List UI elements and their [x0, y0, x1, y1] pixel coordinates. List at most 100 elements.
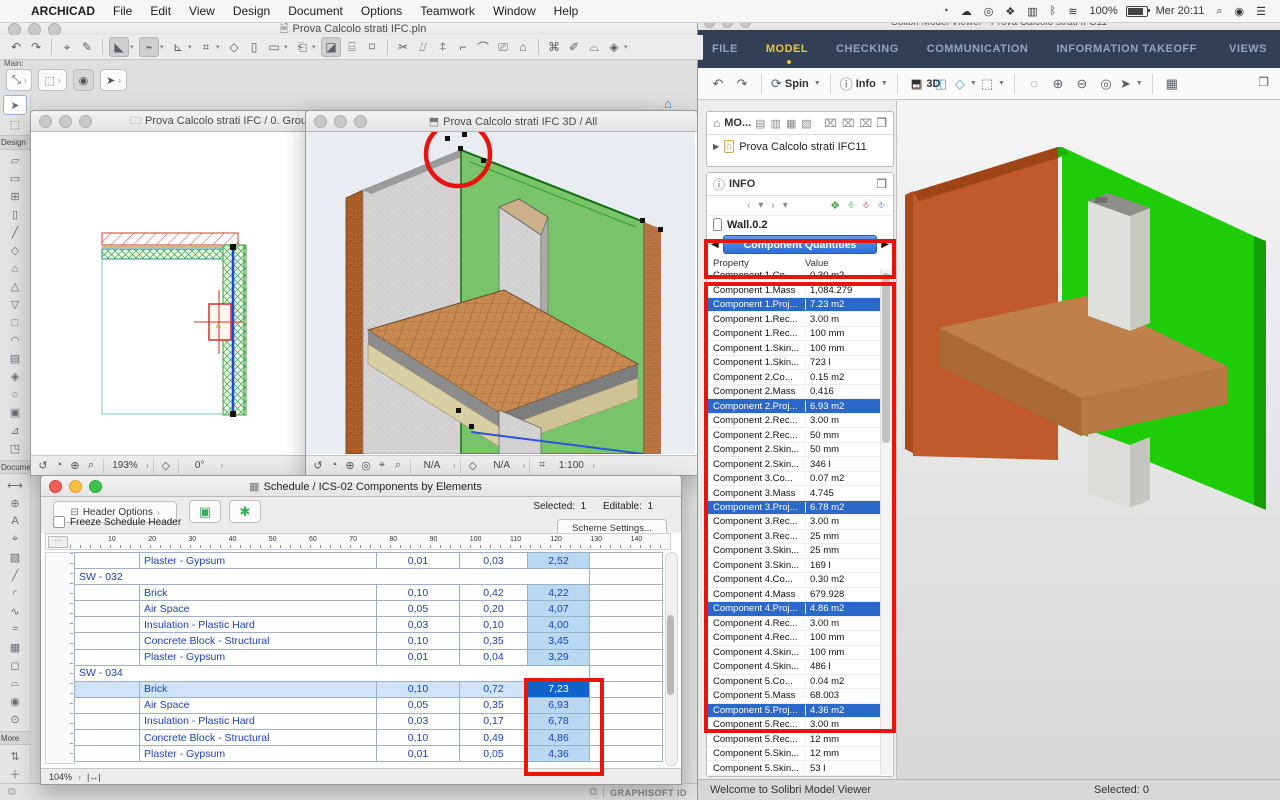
wifi-icon[interactable]: ≋	[1062, 5, 1083, 18]
property-row[interactable]: Component 3.Rec...25 mm	[707, 530, 880, 544]
area-cell[interactable]: 4,07	[528, 601, 590, 617]
view-nav-icon[interactable]: ⊕	[342, 459, 358, 472]
info-panel-header[interactable]: ⓘ INFO ❐	[707, 173, 893, 196]
schedule-item-row[interactable]: Insulation - Plastic Hard0,030,104,00	[74, 617, 663, 633]
property-row[interactable]: Component 1.Mass1,084.279	[707, 283, 880, 297]
schedule-window[interactable]: ▦Schedule / ICS-02 Components by Element…	[40, 475, 682, 785]
highlight-toggle-icon[interactable]: ❖	[830, 199, 840, 212]
screen-mirror-icon[interactable]: ◎	[978, 5, 1000, 18]
boolean-icon[interactable]: ⌘	[545, 38, 563, 56]
view-nav-icon[interactable]: ⌖	[374, 459, 390, 472]
app-colors-icon[interactable]: ❖	[999, 5, 1021, 18]
property-row[interactable]: Component 2.Mass0.416	[707, 385, 880, 399]
menu-file[interactable]: File	[104, 4, 141, 18]
morph-icon[interactable]: ◪	[321, 37, 341, 57]
dropdown-caret-icon[interactable]: ▾	[188, 43, 196, 51]
quantity-cell[interactable]: 0,03	[460, 553, 528, 569]
solibri-3d-viewport[interactable]	[896, 101, 1280, 779]
thickness-cell[interactable]: 0,03	[377, 617, 460, 633]
zoom-in-icon[interactable]: ⊕	[1046, 74, 1070, 94]
orient-icon[interactable]: ◇	[465, 459, 481, 472]
quantity-cell[interactable]: 0,20	[460, 601, 528, 617]
view3d-window[interactable]: ⬒Prova Calcolo strati IFC 3D / All	[305, 110, 698, 476]
scissors-icon[interactable]: ✂	[394, 38, 412, 56]
tool-icon-design-15[interactable]: ⊿	[4, 422, 26, 440]
view-nav-icon[interactable]: ⌕	[390, 459, 406, 472]
area-cell[interactable]: 6,93	[528, 698, 590, 714]
menu-help[interactable]: Help	[545, 4, 588, 18]
property-row[interactable]: Component 4.Skin...486 l	[707, 660, 880, 674]
quantity-cell[interactable]: 0,10	[460, 617, 528, 633]
quantity-cell[interactable]: 0,42	[460, 585, 528, 601]
schedule-item-row[interactable]: Plaster - Gypsum0,010,043,29	[74, 650, 663, 666]
tool-icon-docume-9[interactable]: ▦	[4, 639, 26, 657]
column-side[interactable]	[1130, 208, 1150, 331]
menu-teamwork[interactable]: Teamwork	[411, 4, 484, 18]
property-row[interactable]: Component 2.Co...0.15 m2	[707, 370, 880, 384]
column-face[interactable]	[1088, 201, 1130, 331]
property-row[interactable]: Component 5.Skin...53 l	[707, 761, 880, 775]
solibri-menu-file[interactable]: FILE	[698, 43, 752, 55]
tool-icon-docume-4[interactable]: ▨	[4, 548, 26, 566]
tool-icon-docume-1[interactable]: ⊕	[4, 494, 26, 512]
tree-view-icon-1[interactable]: ▥	[771, 117, 781, 130]
3d-panel-icon[interactable]: ❐	[1258, 75, 1269, 89]
quantity-cell[interactable]: 0,04	[460, 650, 528, 666]
view3d-titlebar[interactable]: ⬒Prova Calcolo strati IFC 3D / All	[306, 111, 697, 132]
tool-icon-docume-6[interactable]: ◜	[4, 584, 26, 602]
tool-icon-docume-7[interactable]: ∿	[4, 602, 26, 620]
freeze-checkbox[interactable]	[53, 516, 65, 528]
fit-icon[interactable]: ⌑	[363, 38, 381, 56]
material-name-cell[interactable]: Brick	[140, 585, 377, 601]
basket-icon-1[interactable]: ⌧	[842, 117, 855, 130]
material-name-cell[interactable]: Brick	[140, 682, 377, 698]
select-elements-button[interactable]: ✱	[229, 500, 261, 523]
menu-design[interactable]: Design	[224, 4, 279, 18]
split-icon[interactable]: ⍏	[434, 38, 452, 56]
group-name-cell[interactable]: SW - 034	[74, 666, 590, 682]
model-tree-item[interactable]: Prova Calcolo strati IFC11	[739, 141, 867, 153]
tool-icon-docume-13[interactable]: ⊙	[4, 711, 26, 729]
plan-zoom-level[interactable]: 193%	[108, 460, 142, 471]
tree-view-icon-2[interactable]: ▦	[786, 117, 796, 130]
property-row[interactable]: Component 5.Rec...3.00 m	[707, 718, 880, 732]
menu-options[interactable]: Options	[352, 4, 411, 18]
fit-width-icon[interactable]: |↔|	[87, 772, 101, 782]
view3d-na1[interactable]: N/A	[415, 460, 449, 471]
tool-icon-design-13[interactable]: ○	[4, 386, 26, 404]
tree-view-icon-0[interactable]: ▤	[755, 117, 765, 130]
grid-icon[interactable]: ⌗	[197, 38, 215, 56]
archicad-traffic-lights[interactable]	[8, 23, 61, 36]
property-row[interactable]: Component 1.Rec...3.00 m	[707, 312, 880, 326]
cube-outline-icon[interactable]: ◇▼	[953, 74, 979, 94]
tool-icon-design-4[interactable]: ╱	[4, 224, 26, 242]
object-icon[interactable]: ▭	[265, 38, 283, 56]
spin-button[interactable]: ⟳Spin▼	[769, 74, 823, 94]
view-nav-icon[interactable]: ◎	[358, 459, 374, 472]
thickness-cell[interactable]: 0,03	[377, 714, 460, 730]
tool-icon-docume-3[interactable]: ⌖	[4, 530, 26, 548]
property-row[interactable]: Component 1.Proj...7.23 m2	[707, 298, 880, 312]
quantity-cell[interactable]: 0,17	[460, 714, 528, 730]
wall-tool-icon[interactable]: ⊾	[169, 38, 187, 56]
property-row[interactable]: Component 2.Proj...6.93 m2	[707, 399, 880, 413]
property-scrollbar[interactable]	[880, 269, 892, 774]
tool-icon-design-10[interactable]: ◠	[4, 332, 26, 350]
solibri-window[interactable]: Solibri Model Viewer - Prova Calcolo str…	[697, 15, 1280, 800]
schedule-group-row[interactable]: SW - 034	[74, 666, 663, 682]
panel-maximize-icon[interactable]: ❐	[876, 177, 887, 191]
tool-icon-docume-5[interactable]: ╱	[4, 566, 26, 584]
view-nav-icon[interactable]: ◔	[326, 459, 342, 472]
material-name-cell[interactable]: Concrete Block - Structural	[140, 730, 377, 746]
property-row[interactable]: Component 3.Co...0.07 m2	[707, 472, 880, 486]
thickness-cell[interactable]: 0,01	[377, 650, 460, 666]
clipboard-add-icon[interactable]: ⎀	[847, 200, 855, 211]
orbit-button[interactable]: ◉	[73, 69, 95, 91]
menu-window[interactable]: Window	[484, 4, 545, 18]
tool-icon-design-14[interactable]: ▣	[4, 404, 26, 422]
material-name-cell[interactable]: Plaster - Gypsum	[140, 746, 377, 762]
thickness-cell[interactable]: 0,10	[377, 633, 460, 649]
floorplan-traffic-lights[interactable]	[39, 115, 92, 128]
save-view-icon[interactable]: ⌓	[585, 38, 603, 56]
dim-icon[interactable]: ⌸	[343, 38, 361, 56]
